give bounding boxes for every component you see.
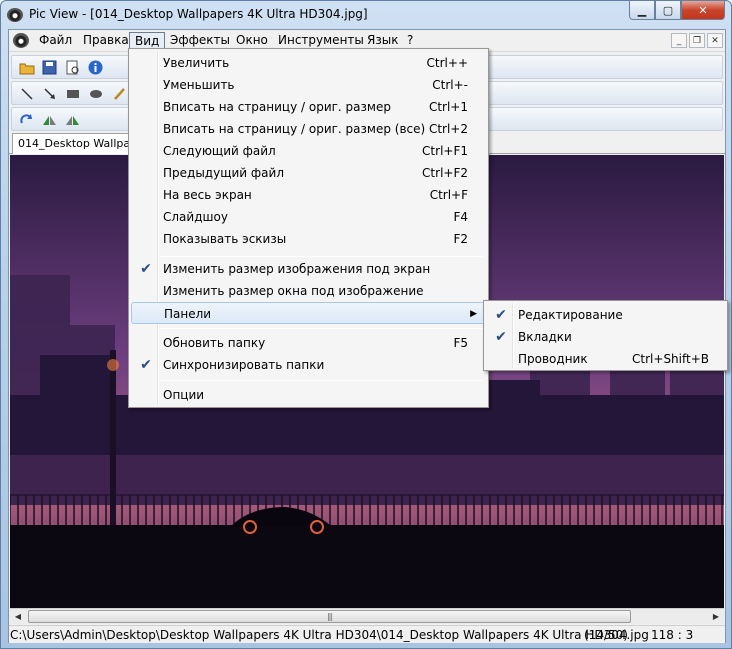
- flip-icon[interactable]: [41, 111, 58, 128]
- window-title: Pic View - [014_Desktop Wallpapers 4K Ul…: [29, 7, 368, 21]
- view-menu-item-panels[interactable]: Панели ▶: [131, 302, 486, 324]
- menu-item-label: Следующий файл: [163, 144, 276, 158]
- pencil-tool-icon[interactable]: [110, 85, 127, 102]
- menu-item-shortcut: F4: [453, 210, 468, 224]
- menu-item-shortcut: Ctrl+F1: [422, 144, 468, 158]
- checkmark-icon: ✔: [495, 329, 507, 345]
- menu-item-label: Синхронизировать папки: [163, 358, 325, 372]
- menu-item-label: Редактирование: [518, 308, 623, 322]
- scroll-grip-icon: |||: [326, 612, 333, 621]
- submenu-arrow-icon: ▶: [470, 309, 477, 319]
- menu-item-shortcut: Ctrl+F2: [422, 166, 468, 180]
- checkmark-icon: ✔: [140, 357, 152, 373]
- scroll-left-arrow-icon[interactable]: ◀: [10, 609, 26, 624]
- panels-item-editing[interactable]: ✔ Редактирование: [486, 304, 725, 326]
- mdi-restore-button[interactable]: ❐: [689, 33, 705, 48]
- menu-separator: [161, 380, 483, 381]
- panels-submenu: ✔ Редактирование ✔ Вкладки Проводник Ctrl+Shi…: [483, 300, 728, 371]
- view-menu-item-sync-folders[interactable]: ✔ Синхронизировать папки: [131, 354, 486, 376]
- view-menu-item-zoom-out[interactable]: Уменьшить Ctrl+-: [131, 74, 486, 96]
- rectangle-tool-icon[interactable]: [64, 85, 81, 102]
- menu-item-label: Увеличить: [163, 56, 230, 70]
- view-menu-item-prev-file[interactable]: Предыдущий файл Ctrl+F2: [131, 162, 486, 184]
- status-path: C:\Users\Admin\Desktop\Desktop Wallpaper…: [10, 628, 649, 642]
- app-eye-icon[interactable]: [7, 8, 23, 22]
- panels-item-tabs[interactable]: ✔ Вкладки: [486, 326, 725, 348]
- menu-edit[interactable]: Правка: [78, 32, 134, 50]
- menu-item-label: Панели: [164, 307, 212, 321]
- menu-item-label: Изменить размер окна под изображение: [163, 284, 424, 298]
- menu-item-shortcut: F5: [453, 336, 468, 350]
- document-eye-icon[interactable]: [13, 33, 29, 48]
- menu-item-label: На весь экран: [163, 188, 252, 202]
- view-menu-item-next-file[interactable]: Следующий файл Ctrl+F1: [131, 140, 486, 162]
- info-icon[interactable]: [87, 59, 104, 76]
- menu-item-label: Обновить папку: [163, 336, 266, 350]
- mdi-close-button[interactable]: ✕: [707, 33, 723, 48]
- scroll-right-arrow-icon[interactable]: ▶: [708, 609, 724, 624]
- panels-item-explorer[interactable]: Проводник Ctrl+Shift+B: [486, 348, 725, 370]
- menu-item-label: Вписать на страницу / ориг. размер (все): [163, 122, 426, 136]
- view-menu-item-options[interactable]: Опции: [131, 384, 486, 406]
- menu-item-shortcut: Ctrl+Shift+B: [632, 352, 709, 366]
- menu-item-shortcut: Ctrl+-: [432, 78, 468, 92]
- status-ratio: 118 : 3: [651, 628, 694, 642]
- horizontal-scrollbar[interactable]: ◀ ||| ▶: [10, 608, 724, 624]
- checkmark-icon: ✔: [495, 307, 507, 323]
- menu-item-shortcut: Ctrl++: [426, 56, 468, 70]
- open-folder-icon[interactable]: [18, 59, 35, 76]
- menu-item-shortcut: Ctrl+1: [428, 100, 468, 114]
- view-menu-item-slideshow[interactable]: Слайдшоу F4: [131, 206, 486, 228]
- menu-item-label: Вкладки: [518, 330, 572, 344]
- menu-item-label: Слайдшоу: [163, 210, 228, 224]
- mdi-minimize-button[interactable]: _: [671, 33, 687, 48]
- menu-item-shortcut: Ctrl+2: [428, 122, 468, 136]
- status-bar: C:\Users\Admin\Desktop\Desktop Wallpaper…: [9, 625, 725, 643]
- view-menu-item-fullscreen[interactable]: На весь экран Ctrl+F: [131, 184, 486, 206]
- minimize-button[interactable]: ▁: [629, 1, 655, 20]
- menu-item-shortcut: F2: [453, 232, 468, 246]
- menu-file[interactable]: Файл: [34, 32, 77, 50]
- menu-item-label: Изменить размер изображения под экран: [163, 262, 431, 276]
- print-preview-icon[interactable]: [64, 59, 81, 76]
- menu-separator: [161, 328, 483, 329]
- close-button[interactable]: ✕: [681, 1, 725, 20]
- maximize-button[interactable]: ▢: [655, 1, 681, 20]
- menu-item-label: Опции: [163, 388, 205, 402]
- checkmark-icon: ✔: [140, 261, 152, 277]
- save-icon[interactable]: [41, 59, 58, 76]
- arrow-tool-icon[interactable]: [41, 85, 58, 102]
- menu-item-label: Показывать эскизы: [163, 232, 287, 246]
- view-menu-item-fit-image-to-screen[interactable]: ✔ Изменить размер изображения под экран: [131, 258, 486, 280]
- view-menu-item-show-thumbnails[interactable]: Показывать эскизы F2: [131, 228, 486, 250]
- menu-separator: [161, 256, 483, 257]
- view-menu-item-zoom-in[interactable]: Увеличить Ctrl++: [131, 52, 486, 74]
- scroll-thumb[interactable]: |||: [28, 610, 631, 623]
- view-menu-item-refresh-folder[interactable]: Обновить папку F5: [131, 332, 486, 354]
- rotate-icon[interactable]: [18, 111, 35, 128]
- menu-item-label: Проводник: [518, 352, 588, 366]
- view-menu-item-fit-page-all[interactable]: Вписать на страницу / ориг. размер (все)…: [131, 118, 486, 140]
- view-menu: Увеличить Ctrl++ Уменьшить Ctrl+- Вписать на…: [128, 48, 489, 408]
- menu-item-label: Вписать на страницу / ориг. размер: [163, 100, 391, 114]
- menu-item-label: Предыдущий файл: [163, 166, 284, 180]
- title-bar[interactable]: Pic View - [014_Desktop Wallpapers 4K Ul…: [1, 1, 731, 29]
- line-tool-icon[interactable]: [18, 85, 35, 102]
- menu-item-label: Уменьшить: [163, 78, 235, 92]
- view-menu-item-fit-page[interactable]: Вписать на страницу / ориг. размер Ctrl+1: [131, 96, 486, 118]
- mirror-icon[interactable]: [64, 111, 81, 128]
- menu-item-shortcut: Ctrl+F: [429, 188, 468, 202]
- status-position: (14/50): [584, 628, 628, 642]
- view-menu-item-fit-window-to-image[interactable]: Изменить размер окна под изображение: [131, 280, 486, 302]
- ellipse-tool-icon[interactable]: [87, 85, 104, 102]
